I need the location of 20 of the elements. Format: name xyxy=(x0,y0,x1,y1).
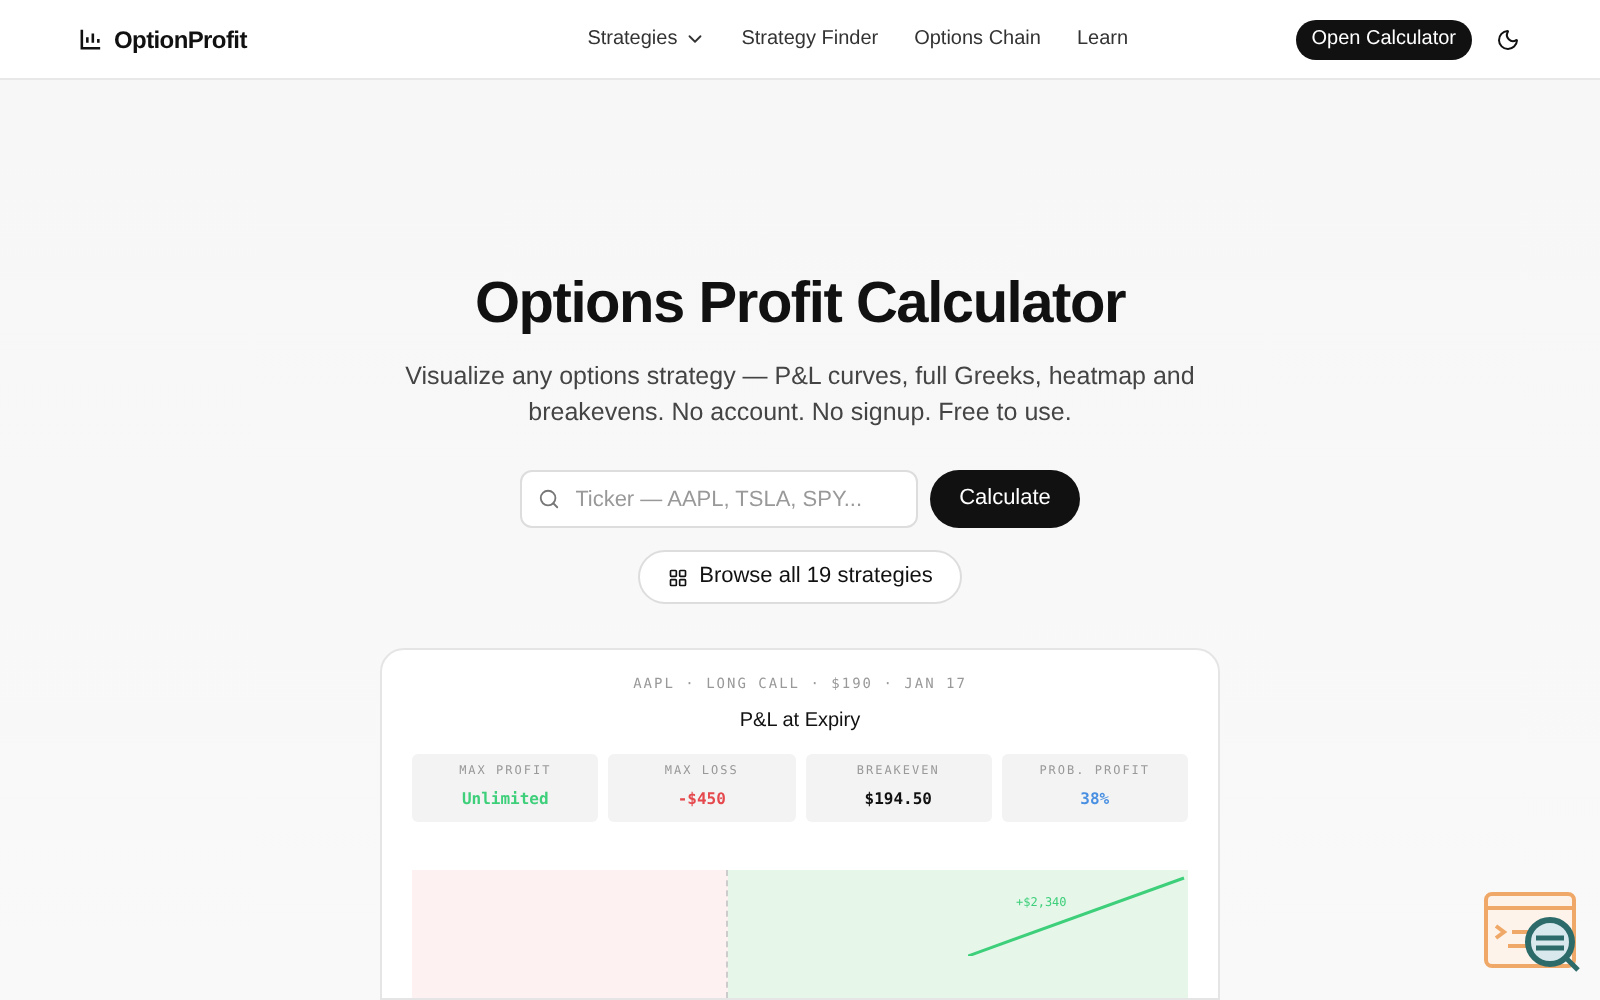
nav-link[interactable]: Strategy Finder xyxy=(741,24,879,54)
nav-link[interactable]: Options Chain xyxy=(914,24,1041,54)
stat-value: $194.50 xyxy=(864,788,932,812)
chart-icon xyxy=(80,28,102,50)
page-subtitle: Visualize any options strategy — P&L curves, full Greeks, heatmap and breakevens. No account. No signup. Free to use. xyxy=(403,360,1197,430)
search-icon xyxy=(537,488,560,510)
chart-title: P&L at Expiry xyxy=(739,707,861,735)
ticker-search-field[interactable]: Ticker — AAPL, TSLA, SPY... xyxy=(519,470,918,528)
browse-strategies-button[interactable]: Browse all 19 strategies xyxy=(637,550,963,604)
open-calculator-button[interactable]: Open Calculator xyxy=(1295,19,1472,59)
theme-toggle-icon[interactable] xyxy=(1496,27,1520,51)
page-title: Options Profit Calculator xyxy=(474,276,1126,334)
stat-value: Unlimited xyxy=(461,788,549,812)
nav-link[interactable]: Learn xyxy=(1076,24,1129,54)
stat-value: -$450 xyxy=(677,788,726,812)
stat-value: 38% xyxy=(1080,788,1110,812)
calculate-button[interactable]: Calculate xyxy=(929,470,1081,528)
nav-link[interactable]: Strategies xyxy=(587,24,706,54)
brand-name: OptionProfit xyxy=(114,23,247,57)
grid-icon xyxy=(667,567,688,587)
